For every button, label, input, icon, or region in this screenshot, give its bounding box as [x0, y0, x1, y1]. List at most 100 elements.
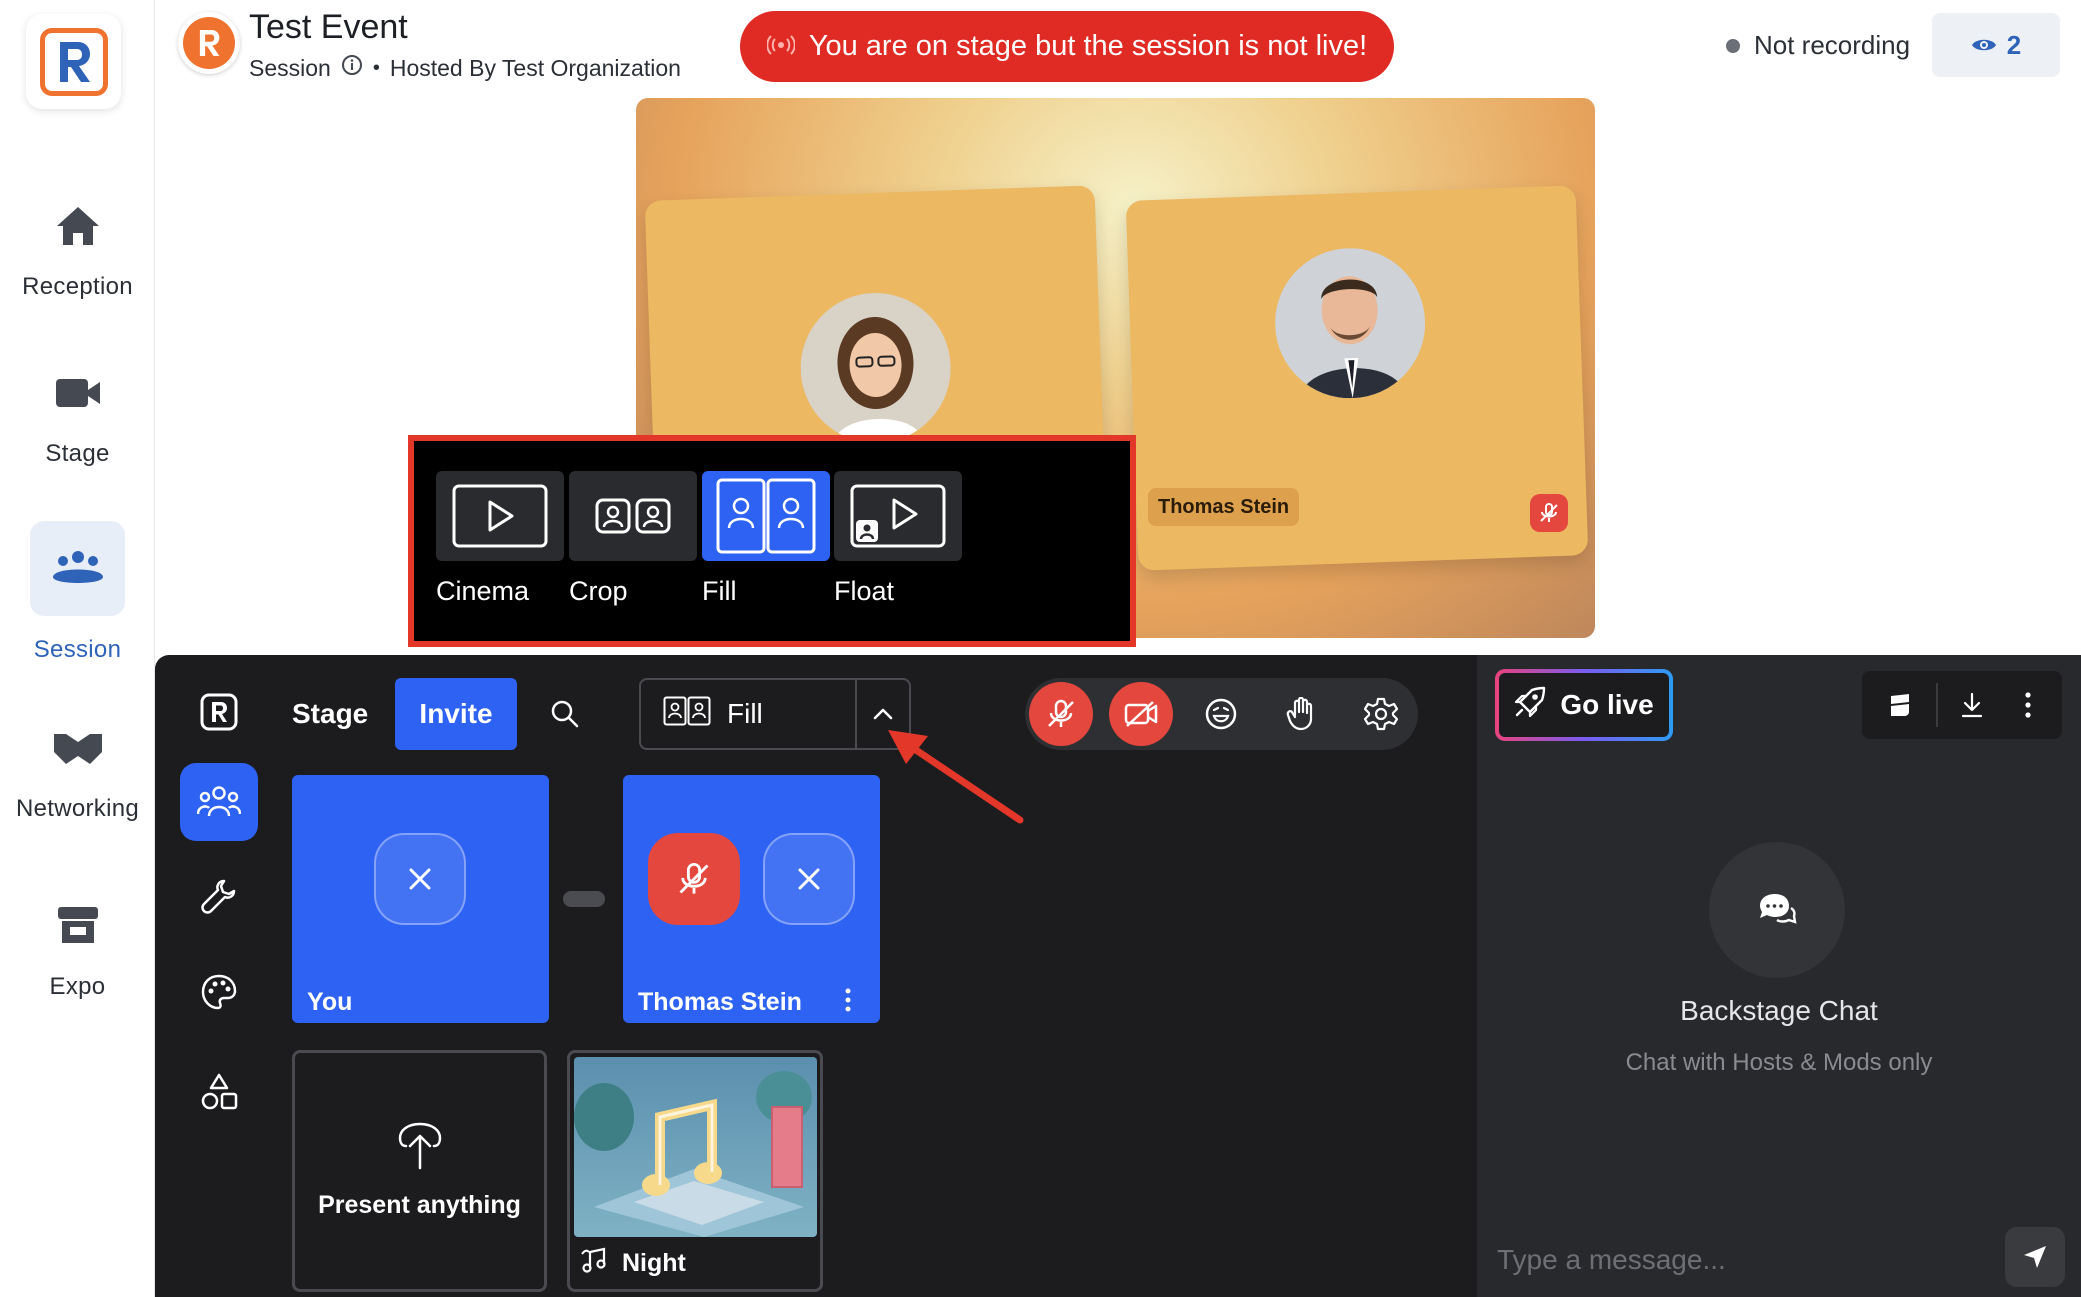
go-live-button[interactable]: Go live: [1497, 671, 1671, 739]
eye-icon: [1971, 30, 1997, 61]
card-name: Thomas Stein: [638, 988, 802, 1016]
people-tool-button[interactable]: [180, 763, 258, 841]
more-options-icon[interactable]: [1998, 671, 2058, 739]
mic-muted-icon: [1530, 494, 1568, 532]
nav-item-reception[interactable]: Reception: [0, 178, 155, 301]
handshake-icon: [30, 700, 125, 795]
session-subtitle: Session • Hosted By Test Organization: [249, 54, 681, 82]
shapes-tool-button[interactable]: [180, 1053, 258, 1131]
nav-item-session[interactable]: Session: [0, 521, 155, 664]
separator-dot: •: [372, 56, 380, 79]
layout-select[interactable]: Fill: [639, 678, 911, 750]
chat-title: Backstage Chat: [1680, 995, 1878, 1026]
recording-dot-icon: [1726, 38, 1740, 53]
chat-subtitle: Chat with Hosts & Mods only: [1625, 1049, 1933, 1076]
fill-layout-icon: [702, 471, 830, 561]
session-label: Session: [249, 54, 331, 81]
home-icon: [30, 178, 125, 273]
download-icon[interactable]: [1942, 671, 2002, 739]
night-label: Night: [580, 1246, 686, 1281]
mic-off-button[interactable]: [1029, 682, 1093, 746]
annotation-arrow: [888, 730, 1024, 824]
pin-note-icon[interactable]: [1870, 671, 1930, 739]
hosted-by-label: Hosted By Test Organization: [389, 54, 681, 81]
video-camera-icon: [30, 345, 125, 440]
night-media-card[interactable]: Night: [567, 1050, 823, 1292]
recording-label: Not recording: [1754, 30, 1911, 60]
settings-gear-icon[interactable]: [1349, 682, 1413, 746]
nav-label: Reception: [22, 273, 133, 300]
layout-option-label: Cinema: [436, 576, 530, 606]
upload-icon: [398, 1122, 442, 1177]
crop-layout-icon: [569, 471, 697, 561]
send-message-button[interactable]: [2005, 1227, 2065, 1287]
rocket-icon: [1514, 686, 1546, 725]
layout-select-label: Fill: [727, 698, 763, 729]
card-name: You: [307, 988, 353, 1016]
nav-label: Networking: [15, 795, 140, 822]
viewer-count: 2: [2006, 29, 2022, 60]
nav-label: Stage: [45, 440, 110, 467]
layout-option-float[interactable]: Float: [834, 471, 964, 607]
backstage-card-thomas-stein[interactable]: Thomas Stein: [623, 775, 880, 1023]
nav-item-expo[interactable]: Expo: [0, 878, 155, 1001]
backstage-chat-panel: Go live Backstage Chat Chat with Hosts &…: [1477, 655, 2081, 1297]
participant-photo: [798, 290, 954, 446]
card-divider: [563, 891, 605, 907]
nav-item-stage[interactable]: Stage: [0, 345, 155, 468]
left-navigation: Reception Stage Session Networking Expo: [0, 0, 155, 1297]
app-logo[interactable]: [26, 14, 121, 109]
palette-tool-button[interactable]: [180, 953, 258, 1031]
chat-toolbar: [1862, 671, 2062, 739]
backstage-card-you[interactable]: You: [292, 775, 549, 1023]
present-anything-card[interactable]: Present anything: [292, 1050, 547, 1292]
participant-photo: [1272, 245, 1428, 401]
remove-from-stage-button[interactable]: [374, 833, 466, 925]
not-live-banner: You are on stage but the session is not …: [740, 11, 1394, 82]
layout-option-fill[interactable]: Fill: [702, 471, 832, 607]
raise-hand-button[interactable]: [1269, 682, 1333, 746]
emoji-button[interactable]: [1189, 682, 1253, 746]
nav-label: Session: [33, 636, 122, 663]
participant-name-tag: Thomas Stein: [1148, 488, 1300, 526]
backstage-toolbar: [155, 655, 285, 1297]
fill-layout-icon: [663, 696, 711, 733]
group-icon: [30, 521, 125, 616]
banner-text: You are on stage but the session is not …: [808, 30, 1368, 62]
nav-label: Expo: [49, 973, 106, 1000]
more-options-icon[interactable]: [836, 985, 860, 1015]
tab-stage[interactable]: Stage: [292, 678, 368, 750]
night-thumbnail: [574, 1057, 817, 1237]
recording-status: Not recording: [1726, 30, 1910, 61]
nav-item-networking[interactable]: Networking: [0, 700, 155, 823]
invite-button[interactable]: Invite: [395, 678, 517, 750]
app-root: Reception Stage Session Networking Expo: [0, 0, 2081, 1297]
layout-option-cinema[interactable]: Cinema: [436, 471, 566, 607]
layout-option-label: Fill: [702, 576, 737, 606]
event-title: Test Event: [249, 8, 408, 46]
layout-select-value[interactable]: Fill: [641, 680, 857, 748]
search-icon[interactable]: [535, 678, 595, 750]
present-content: Present anything: [295, 1053, 544, 1289]
float-layout-icon: [834, 471, 962, 561]
logo-mark: [39, 27, 108, 96]
backstage-panel: Stage Invite Fill You Thomas Stein Prese…: [155, 655, 1477, 1297]
cinema-layout-icon: [436, 471, 564, 561]
wrench-tool-button[interactable]: [180, 857, 258, 935]
layout-option-crop[interactable]: Crop: [569, 471, 699, 607]
camera-off-button[interactable]: [1109, 682, 1173, 746]
night-title: Night: [622, 1249, 686, 1277]
music-note-icon: [580, 1246, 608, 1281]
media-controls: [1025, 678, 1418, 750]
chat-bubble-icon: [1709, 842, 1845, 978]
present-label: Present anything: [318, 1191, 521, 1219]
info-icon[interactable]: [341, 54, 363, 82]
chat-message-input[interactable]: [1497, 1238, 1967, 1282]
mic-muted-button[interactable]: [648, 833, 740, 925]
remove-from-stage-button[interactable]: [763, 833, 855, 925]
layout-options-popup: Cinema Crop Fill Float: [408, 435, 1136, 647]
layout-option-label: Crop: [569, 576, 628, 606]
organization-avatar: [178, 12, 240, 74]
viewer-count-button[interactable]: 2: [1932, 13, 2060, 77]
broadcast-icon: [766, 30, 796, 63]
